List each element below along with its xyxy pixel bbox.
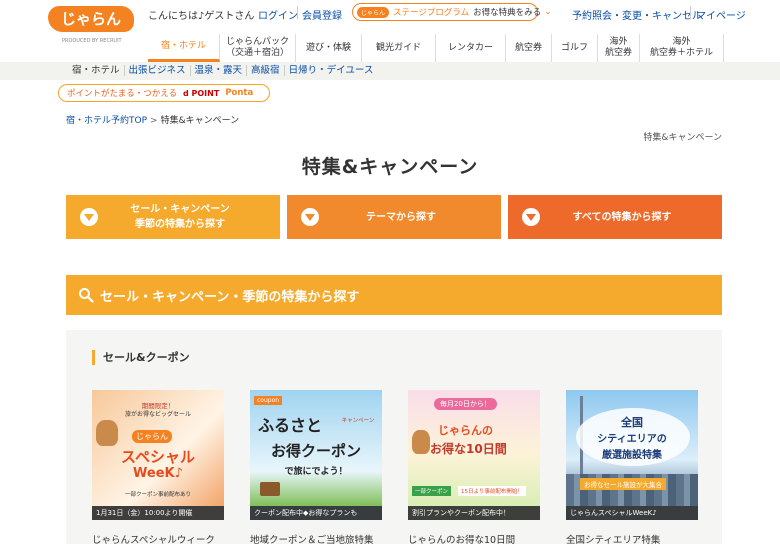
stage-logo: じゃらん [357,6,390,18]
login-link[interactable]: ログイン [258,7,298,22]
search-icon [79,288,94,303]
subnav-onsen[interactable]: 温泉・露天 [191,65,248,76]
section-heading-text: セール・キャンペーン・季節の特集から探す [100,289,360,305]
points-banner[interactable]: ポイントがたまる・つかえる d POINT Ponta [58,84,270,102]
section-heading: セール・キャンペーン・季節の特集から探す [66,275,722,315]
card-caption: 全国シティエリア特集 [566,535,661,544]
jalan-logo[interactable]: じゃらん PRODUCED BY RECRUIT [48,6,134,44]
breadcrumb: 宿・ホテル予約TOP > 特集&キャンペーン [66,113,239,126]
logo-subtitle: PRODUCED BY RECRUIT [62,38,122,44]
sale-coupon-panel: セール&クーポン 期間限定！ 旅がお得なビッグセール じゃらん スペシャル We… [66,330,722,544]
nav-tab-hotel[interactable]: 宿・ホテル [148,34,220,62]
dpoint-logo: d POINT [183,88,220,98]
category-button-sale[interactable]: セール・キャンペーン 季節の特集から探す [66,195,280,239]
nav-tab-activities[interactable]: 遊び・体験 [296,34,362,62]
nav-tab-pack[interactable]: じゃらんパック （交通＋宿泊） [220,34,296,62]
card-banner-city: 全国 シティエリアの 厳選施設特集 お得なセール施設が大集合 じゃらんスペシャル… [566,390,698,520]
card-banner-10days: 毎月20日から！ じゃらんの お得な10日間 一部クーポン 15日より事前配布開… [408,390,540,520]
suitcase-icon [260,482,280,496]
subnav-business[interactable]: 出張ビジネス [125,65,191,76]
down-arrow-icon [522,208,540,226]
card-strip: 1月31日（金）10:00より開催 [92,506,224,520]
category-button-theme[interactable]: テーマから探す [287,195,501,239]
cat-mascot-icon [412,430,430,454]
points-text: ポイントがたまる・つかえる [67,89,177,99]
down-arrow-icon [80,208,98,226]
feature-card[interactable]: 全国 シティエリアの 厳選施設特集 お得なセール施設が大集合 じゃらんスペシャル… [566,390,698,544]
stage-program-label: ステージプログラム [393,8,470,18]
nav-tab-flights[interactable]: 航空券 [506,34,552,62]
reservation-link[interactable]: 予約照会・変更・キャンセル [572,7,702,22]
card-caption: 地域クーポン＆ご当地旅特集 [250,535,374,544]
card-strip: 割引プランやクーポン配布中！ [408,506,540,520]
subsection-title: セール&クーポン [92,350,190,365]
card-strip: クーポン配布中◆お得なプランも [250,506,382,520]
feature-card[interactable]: 毎月20日から！ じゃらんの お得な10日間 一部クーポン 15日より事前配布開… [408,390,540,544]
subnav-luxury[interactable]: 高級宿 [247,65,285,76]
subnav-current: 宿・ホテル [72,65,125,76]
down-arrow-icon [301,208,319,226]
cat-mascot-icon [96,420,118,446]
nav-tab-golf[interactable]: ゴルフ [552,34,598,62]
ponta-logo: Ponta [225,88,254,98]
page-title: 特集&キャンペーン [301,156,479,178]
stage-program-banner[interactable]: じゃらん ステージプログラム お得な特典をみる ⌄ [352,3,552,21]
card-caption: じゃらんスペシャルウィーク [92,535,215,544]
category-label: テーマから探す [366,211,436,223]
feature-card[interactable]: coupon ふるさと キャンペーン お得クーポン で旅にでよう！ クーポン配布… [250,390,382,544]
greeting-text: こんにちは♪ゲストさん [148,11,255,22]
card-banner-furusato: coupon ふるさと キャンペーン お得クーポン で旅にでよう！ クーポン配布… [250,390,382,520]
nav-tab-overseas-flights[interactable]: 海外 航空券 [598,34,640,62]
nav-tab-guide[interactable]: 観光ガイド [362,34,436,62]
nav-tab-overseas-package[interactable]: 海外 航空券＋ホテル [640,34,724,62]
category-label: すべての特集から探す [572,211,672,223]
sub-nav: 宿・ホテル 出張ビジネス 温泉・露天 高級宿 日帰り・デイユース [0,62,780,80]
page-label-right: 特集&キャンペーン [643,133,722,143]
category-button-all[interactable]: すべての特集から探す [508,195,722,239]
header-divider [690,6,691,19]
breadcrumb-current: 特集&キャンペーン [160,116,240,126]
card-caption: じゃらんのお得な10日間 [408,535,516,544]
subnav-dayuse[interactable]: 日帰り・デイユース [285,65,378,76]
header-divider [297,6,298,19]
breadcrumb-separator: > [150,116,158,126]
chevron-down-icon: ⌄ [544,7,552,17]
category-label: セール・キャンペーン 季節の特集から探す [130,204,230,230]
nav-tab-rentacar[interactable]: レンタカー [436,34,506,62]
mypage-link[interactable]: マイページ [696,7,746,22]
card-strip: じゃらんスペシャルWeeK♪ [566,506,698,520]
main-nav: 宿・ホテル じゃらんパック （交通＋宿泊） 遊び・体験 観光ガイド レンタカー … [148,34,724,62]
logo-mark: じゃらん [48,6,134,32]
breadcrumb-home-link[interactable]: 宿・ホテル予約TOP [66,116,147,126]
card-banner-special-week: 期間限定！ 旅がお得なビッグセール じゃらん スペシャル WeeK♪ 一部クーポ… [92,390,224,520]
register-link[interactable]: 会員登録 [302,7,342,22]
stage-cta-label: お得な特典をみる [473,8,542,18]
feature-card[interactable]: 期間限定！ 旅がお得なビッグセール じゃらん スペシャル WeeK♪ 一部クーポ… [92,390,224,544]
